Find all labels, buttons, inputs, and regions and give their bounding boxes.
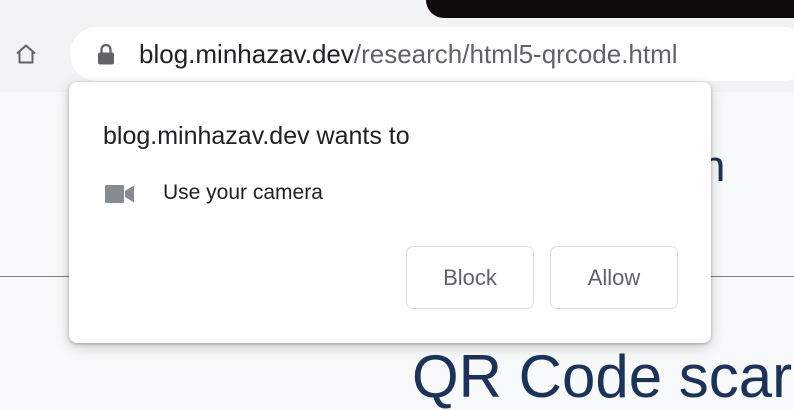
permission-label: Use your camera — [163, 181, 323, 204]
address-bar[interactable]: blog.minhazav.dev/research/html5-qrcode.… — [70, 27, 794, 81]
page-title: QR Code scar — [412, 343, 793, 410]
dark-top-bar — [426, 0, 794, 18]
url-domain: blog.minhazav.dev — [139, 39, 354, 69]
url-path: /research/html5-qrcode.html — [353, 39, 678, 69]
permission-popup: blog.minhazav.dev wants to Use your came… — [69, 82, 711, 343]
popup-title: blog.minhazav.dev wants to — [103, 122, 410, 150]
browser-window: blog.minhazav.dev/research/html5-qrcode.… — [0, 0, 794, 410]
browser-toolbar: blog.minhazav.dev/research/html5-qrcode.… — [0, 0, 794, 92]
camera-icon — [105, 185, 134, 203]
allow-button[interactable]: Allow — [550, 246, 678, 309]
home-button[interactable] — [6, 34, 46, 74]
block-button[interactable]: Block — [406, 246, 534, 309]
home-icon — [16, 44, 36, 64]
lock-icon[interactable] — [97, 43, 115, 65]
url-text[interactable]: blog.minhazav.dev/research/html5-qrcode.… — [139, 39, 678, 69]
